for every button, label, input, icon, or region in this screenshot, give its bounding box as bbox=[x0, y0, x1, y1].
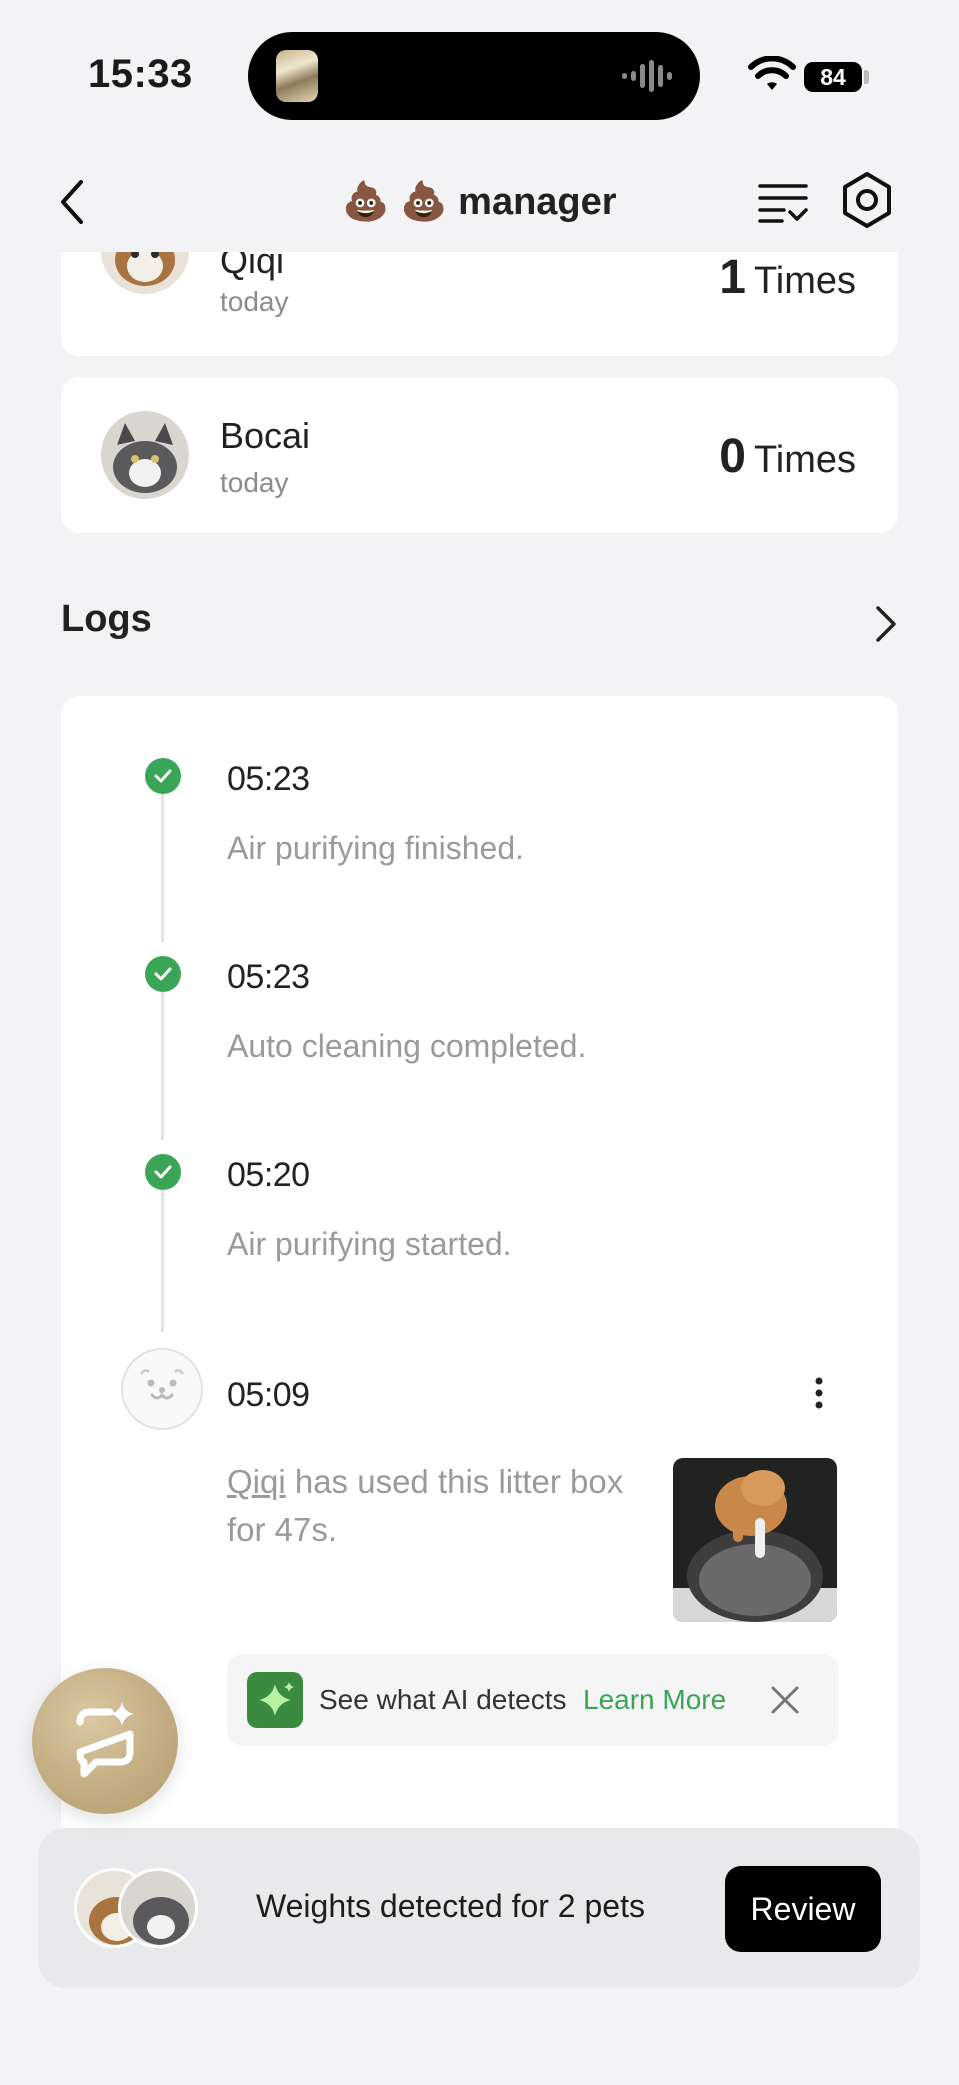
timeline-connector bbox=[161, 992, 164, 1140]
pet-name: Bocai bbox=[220, 415, 311, 456]
avatar bbox=[118, 1868, 198, 1948]
cat-face-icon bbox=[121, 1348, 203, 1430]
dynamic-island[interactable] bbox=[248, 32, 700, 120]
timeline-connector bbox=[161, 794, 164, 942]
pet-count: 1 Times bbox=[719, 250, 856, 305]
ai-banner-text: See what AI detects bbox=[319, 1684, 567, 1715]
avatar bbox=[101, 411, 189, 499]
pet-last-seen: today bbox=[220, 467, 289, 498]
now-playing-thumbnail bbox=[276, 50, 318, 102]
list-icon[interactable] bbox=[756, 176, 812, 228]
ai-chat-sparkle-icon bbox=[76, 1702, 134, 1778]
pet-count-unit: Times bbox=[753, 260, 856, 302]
log-time: 05:09 bbox=[227, 1376, 310, 1414]
pet-count-value: 0 bbox=[719, 430, 746, 483]
status-time: 15:33 bbox=[88, 52, 193, 96]
pet-count: 0 Times bbox=[719, 429, 856, 484]
timeline-connector bbox=[161, 1190, 164, 1332]
page-title: 💩 💩 manager bbox=[342, 181, 617, 223]
audio-wave-icon bbox=[622, 60, 674, 92]
log-time: 05:20 bbox=[227, 1156, 310, 1194]
chevron-right-icon[interactable] bbox=[866, 602, 906, 646]
settings-icon[interactable] bbox=[838, 170, 896, 230]
pet-last-seen: today bbox=[220, 286, 289, 317]
log-time: 05:23 bbox=[227, 958, 310, 996]
log-time: 05:23 bbox=[227, 760, 310, 798]
usage-description: Qiqi has used this litter box for 47s. bbox=[227, 1458, 627, 1554]
check-icon bbox=[145, 956, 181, 992]
learn-more-link[interactable]: Learn More bbox=[583, 1684, 726, 1716]
log-description: Air purifying finished. bbox=[227, 830, 525, 866]
review-button[interactable]: Review bbox=[725, 1866, 881, 1952]
check-icon bbox=[145, 1154, 181, 1190]
logs-card: 05:23 Air purifying finished. 05:23 Auto… bbox=[61, 696, 898, 1876]
pet-count-unit: Times bbox=[753, 439, 856, 481]
usage-text: has used this litter box for 47s. bbox=[227, 1463, 624, 1548]
check-icon bbox=[145, 758, 181, 794]
log-description: Air purifying started. bbox=[227, 1226, 512, 1262]
status-bar: 15:33 84 bbox=[0, 0, 959, 150]
more-options-icon[interactable] bbox=[803, 1372, 835, 1414]
weights-message: Weights detected for 2 pets bbox=[256, 1888, 645, 1924]
log-description: Auto cleaning completed. bbox=[227, 1028, 587, 1064]
ai-assistant-button[interactable] bbox=[32, 1668, 178, 1814]
battery-tip bbox=[864, 70, 869, 84]
battery-icon: 84 bbox=[804, 62, 862, 92]
wifi-icon bbox=[748, 56, 796, 90]
close-icon[interactable] bbox=[767, 1682, 803, 1718]
pet-card-bocai[interactable]: Bocai today 0 Times bbox=[61, 377, 898, 533]
sparkle-icon bbox=[247, 1672, 303, 1728]
pet-link[interactable]: Qiqi bbox=[227, 1463, 286, 1500]
usage-snapshot[interactable] bbox=[673, 1458, 837, 1622]
nav-bar: 💩 💩 manager bbox=[0, 150, 959, 252]
weights-detected-bar: Weights detected for 2 pets Review bbox=[38, 1828, 920, 1988]
pet-count-value: 1 bbox=[719, 251, 746, 304]
ai-detect-banner: See what AI detects Learn More bbox=[227, 1654, 839, 1746]
logs-title: Logs bbox=[61, 598, 152, 640]
